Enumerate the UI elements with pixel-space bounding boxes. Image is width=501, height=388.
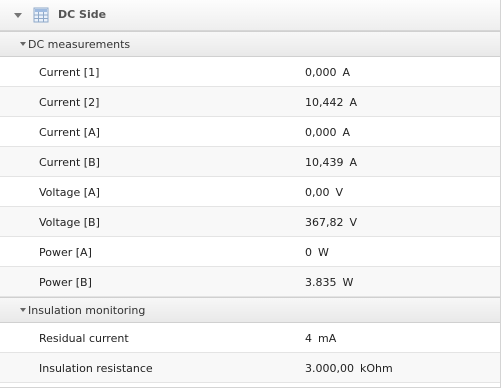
row-unit: W bbox=[342, 276, 354, 289]
table-row: Current [B] 10,439 A bbox=[0, 147, 500, 177]
panel-title: DC Side bbox=[58, 8, 107, 21]
table-row: Voltage [B] 367,82 V bbox=[0, 207, 500, 237]
table-row: Current [2] 10,442 A bbox=[0, 87, 500, 117]
row-value: 3.000,00 kOhm bbox=[305, 362, 393, 375]
row-value: 10,439 A bbox=[305, 156, 358, 169]
grid-table-icon bbox=[33, 7, 49, 23]
row-unit: A bbox=[349, 156, 358, 169]
table-row: Voltage [A] 0,00 V bbox=[0, 177, 500, 207]
row-value: 0W bbox=[305, 246, 329, 259]
section-collapse-arrow-icon[interactable] bbox=[20, 308, 26, 312]
row-value: 4 mA bbox=[305, 332, 337, 345]
table-row: Insulation resistance 3.000,00 kOhm bbox=[0, 353, 500, 383]
row-label: Voltage [B] bbox=[39, 216, 100, 229]
row-unit: mA bbox=[318, 332, 337, 345]
row-value: 0,000 A bbox=[305, 126, 351, 139]
row-label: Current [1] bbox=[39, 66, 100, 79]
section-label: Insulation monitoring bbox=[28, 304, 146, 317]
row-label: Power [A] bbox=[39, 246, 92, 259]
table-row: Power [B] 3.835 W bbox=[0, 267, 500, 297]
table-row: Residual current 4 mA bbox=[0, 323, 500, 353]
table-row: Current [1] 0,000 A bbox=[0, 57, 500, 87]
row-unit: kOhm bbox=[359, 362, 393, 375]
table-row: Power [A] 0W bbox=[0, 237, 500, 267]
row-label: Voltage [A] bbox=[39, 186, 100, 199]
row-label: Current [B] bbox=[39, 156, 100, 169]
row-unit: V bbox=[335, 186, 344, 199]
row-label: Current [2] bbox=[39, 96, 100, 109]
row-unit: V bbox=[349, 216, 358, 229]
dc-side-panel: DC Side DC measurements Current [1] 0,00… bbox=[0, 0, 501, 388]
row-label: Power [B] bbox=[39, 276, 92, 289]
row-value: 10,442 A bbox=[305, 96, 358, 109]
row-label: Insulation resistance bbox=[39, 362, 153, 375]
row-unit: A bbox=[349, 96, 358, 109]
row-unit: W bbox=[318, 246, 329, 259]
row-unit: A bbox=[342, 66, 351, 79]
section-collapse-arrow-icon[interactable] bbox=[20, 42, 26, 46]
row-value: 367,82 V bbox=[305, 216, 358, 229]
section-label: DC measurements bbox=[28, 38, 131, 51]
row-unit: A bbox=[342, 126, 351, 139]
row-value: 0,000 A bbox=[305, 66, 351, 79]
row-label: Residual current bbox=[39, 332, 129, 345]
row-value: 0,00 V bbox=[305, 186, 344, 199]
row-label: Current [A] bbox=[39, 126, 100, 139]
panel-header[interactable]: DC Side bbox=[0, 0, 500, 31]
row-value: 3.835 W bbox=[305, 276, 354, 289]
table-row: Current [A] 0,000 A bbox=[0, 117, 500, 147]
section-header-insulation-monitoring[interactable]: Insulation monitoring bbox=[0, 297, 500, 323]
section-header-dc-measurements[interactable]: DC measurements bbox=[0, 31, 500, 57]
collapse-arrow-icon[interactable] bbox=[14, 13, 22, 18]
